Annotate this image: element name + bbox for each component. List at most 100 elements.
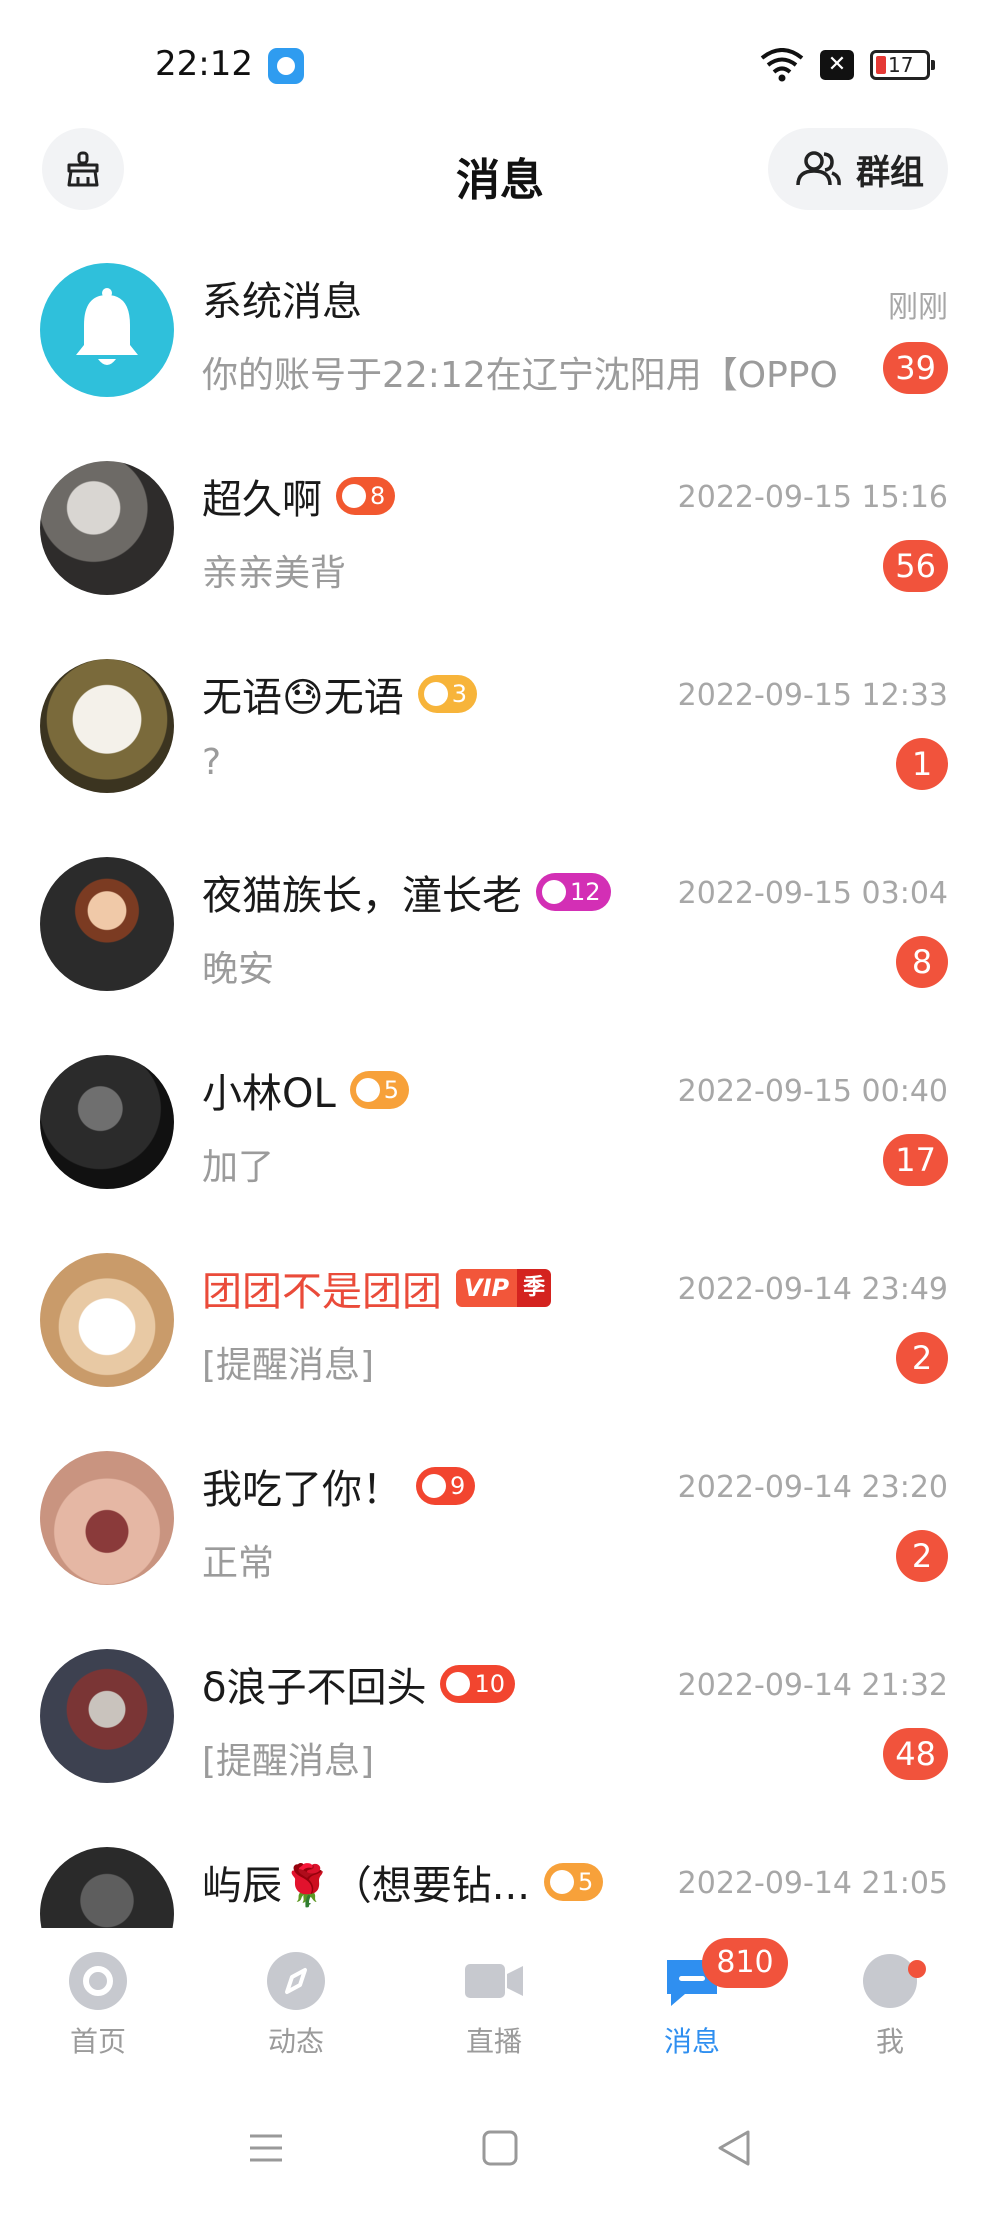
avatar[interactable] xyxy=(40,1253,174,1387)
level-badge: 10 xyxy=(440,1665,516,1703)
conversation-item[interactable]: 无语😓无语 3 2022-09-15 12:33 ? 1 xyxy=(0,644,1000,842)
avatar[interactable] xyxy=(40,659,174,793)
group-icon xyxy=(796,151,841,186)
message-preview: 正常 xyxy=(202,1543,275,1584)
conversation-list[interactable]: 系统消息 刚刚 你的账号于22:12在辽宁沈阳用【OPPO 39 超久啊 8 2… xyxy=(0,248,1000,1928)
diamond-icon xyxy=(355,1078,380,1102)
message-time: 2022-09-14 21:05 xyxy=(677,1866,948,1901)
conversation-item[interactable]: 夜猫族长，潼长老 12 2022-09-15 03:04 晚安 8 xyxy=(0,842,1000,1040)
conversation-item[interactable]: 系统消息 刚刚 你的账号于22:12在辽宁沈阳用【OPPO 39 xyxy=(0,248,1000,446)
unread-count: 48 xyxy=(883,1728,948,1780)
message-preview: [提醒消息] xyxy=(202,1741,375,1782)
nav-messages[interactable]: 消息 810 xyxy=(622,1938,788,2070)
conversation-item[interactable]: 我吃了你！ 9 2022-09-14 23:20 正常 2 xyxy=(0,1436,1000,1634)
unread-count: 17 xyxy=(883,1134,948,1186)
contact-name: 屿辰🌹（想要钻... xyxy=(202,1863,530,1909)
conversation-item[interactable]: 小林OL 5 2022-09-15 00:40 加了 17 xyxy=(0,1040,1000,1238)
contact-name: 系统消息 xyxy=(202,279,362,325)
message-preview: 你的账号于22:12在辽宁沈阳用【OPPO xyxy=(202,355,838,396)
unread-count: 56 xyxy=(883,540,948,592)
vip-badge: VIP 季 xyxy=(456,1269,552,1307)
groups-button[interactable]: 群组 xyxy=(768,128,948,210)
name-row: 超久啊 8 xyxy=(202,468,396,524)
avatar[interactable] xyxy=(40,1649,174,1783)
nav-profile[interactable]: 我 xyxy=(820,1950,960,2070)
menu-button[interactable] xyxy=(236,2118,296,2178)
bottom-nav: 首页 动态 直播 消息 810 我 xyxy=(0,1928,1000,2088)
name-row: 夜猫族长，潼长老 12 xyxy=(202,864,611,920)
header: 消息 群组 xyxy=(0,120,1000,240)
level-badge: 9 xyxy=(416,1467,476,1505)
conversation-item[interactable]: 团团不是团团 VIP 季 2022-09-14 23:49 [提醒消息] 2 xyxy=(0,1238,1000,1436)
message-preview: 亲亲美背 xyxy=(202,553,347,594)
contact-name: 小林OL xyxy=(202,1071,336,1117)
system-bell-avatar xyxy=(40,263,174,397)
status-time: 22:12 xyxy=(155,44,253,84)
avatar[interactable] xyxy=(40,1847,174,1928)
contact-name: 夜猫族长，潼长老 xyxy=(202,873,522,919)
contact-name: δ浪子不回头 xyxy=(202,1665,427,1711)
level-badge: 12 xyxy=(536,873,611,911)
contact-name: 超久啊 xyxy=(202,477,322,523)
back-triangle-icon xyxy=(718,2130,750,2166)
level-value: 9 xyxy=(450,1472,466,1500)
diamond-icon xyxy=(342,484,366,508)
unread-count: 1 xyxy=(896,738,948,790)
level-badge: 5 xyxy=(543,1863,604,1901)
nav-home[interactable]: 首页 xyxy=(28,1950,168,2070)
diamond-icon xyxy=(549,1870,574,1894)
nav-label: 首页 xyxy=(69,2025,126,2058)
conversation-item[interactable]: δ浪子不回头 10 2022-09-14 21:32 [提醒消息] 48 xyxy=(0,1634,1000,1832)
vip-label: VIP xyxy=(456,1269,518,1307)
level-value: 8 xyxy=(370,482,386,510)
menu-icon xyxy=(250,2134,282,2162)
profile-icon xyxy=(859,1950,921,2012)
level-value: 5 xyxy=(383,1076,400,1104)
nav-label: 直播 xyxy=(465,2025,522,2058)
contact-name: 团团不是团团 xyxy=(202,1269,442,1315)
message-time: 2022-09-15 03:04 xyxy=(677,876,948,911)
app-notification-icon xyxy=(268,48,304,84)
unread-count: 2 xyxy=(896,1332,948,1384)
profile-notification-dot xyxy=(908,1960,926,1978)
name-row: δ浪子不回头 10 xyxy=(202,1656,516,1712)
level-value: 12 xyxy=(570,878,601,906)
square-icon xyxy=(482,2130,518,2166)
vip-season: 季 xyxy=(517,1269,552,1307)
nav-discover[interactable]: 动态 xyxy=(226,1950,366,2070)
avatar[interactable] xyxy=(40,461,174,595)
nav-label: 我 xyxy=(875,2025,904,2058)
message-preview: 加了 xyxy=(202,1147,275,1188)
message-time: 2022-09-15 15:16 xyxy=(677,480,948,515)
battery-level: 17 xyxy=(888,53,914,77)
message-time: 2022-09-14 23:20 xyxy=(677,1470,948,1505)
message-time: 2022-09-15 12:33 xyxy=(677,678,948,713)
conversation-item[interactable]: 屿辰🌹（想要钻... 5 2022-09-14 21:05 xyxy=(0,1832,1000,1928)
name-row: 无语😓无语 3 xyxy=(202,666,477,722)
nav-live[interactable]: 直播 xyxy=(424,1950,564,2070)
avatar[interactable] xyxy=(40,1451,174,1585)
diamond-icon xyxy=(446,1672,471,1696)
level-badge: 8 xyxy=(336,477,396,515)
battery-icon: 17 xyxy=(870,50,935,80)
wifi-icon xyxy=(760,48,804,82)
name-row: 屿辰🌹（想要钻... 5 xyxy=(202,1854,604,1910)
level-value: 10 xyxy=(474,1670,506,1698)
compass-icon xyxy=(265,1950,327,2012)
message-preview: 晚安 xyxy=(202,949,275,990)
status-bar: 22:12 ✕ 17 xyxy=(0,0,1000,120)
home-button[interactable] xyxy=(470,2118,530,2178)
name-row: 我吃了你！ 9 xyxy=(202,1458,476,1514)
message-time: 刚刚 xyxy=(888,290,948,325)
name-row: 团团不是团团 VIP 季 xyxy=(202,1260,552,1316)
back-button[interactable] xyxy=(704,2118,764,2178)
no-sim-icon: ✕ xyxy=(820,50,854,80)
avatar[interactable] xyxy=(40,1055,174,1189)
message-time: 2022-09-15 00:40 xyxy=(677,1074,948,1109)
conversation-item[interactable]: 超久啊 8 2022-09-15 15:16 亲亲美背 56 xyxy=(0,446,1000,644)
avatar[interactable] xyxy=(40,857,174,991)
unread-count: 39 xyxy=(883,342,948,394)
message-time: 2022-09-14 23:49 xyxy=(677,1272,948,1307)
contact-name: 无语😓无语 xyxy=(202,675,404,721)
message-preview: ? xyxy=(202,742,222,783)
